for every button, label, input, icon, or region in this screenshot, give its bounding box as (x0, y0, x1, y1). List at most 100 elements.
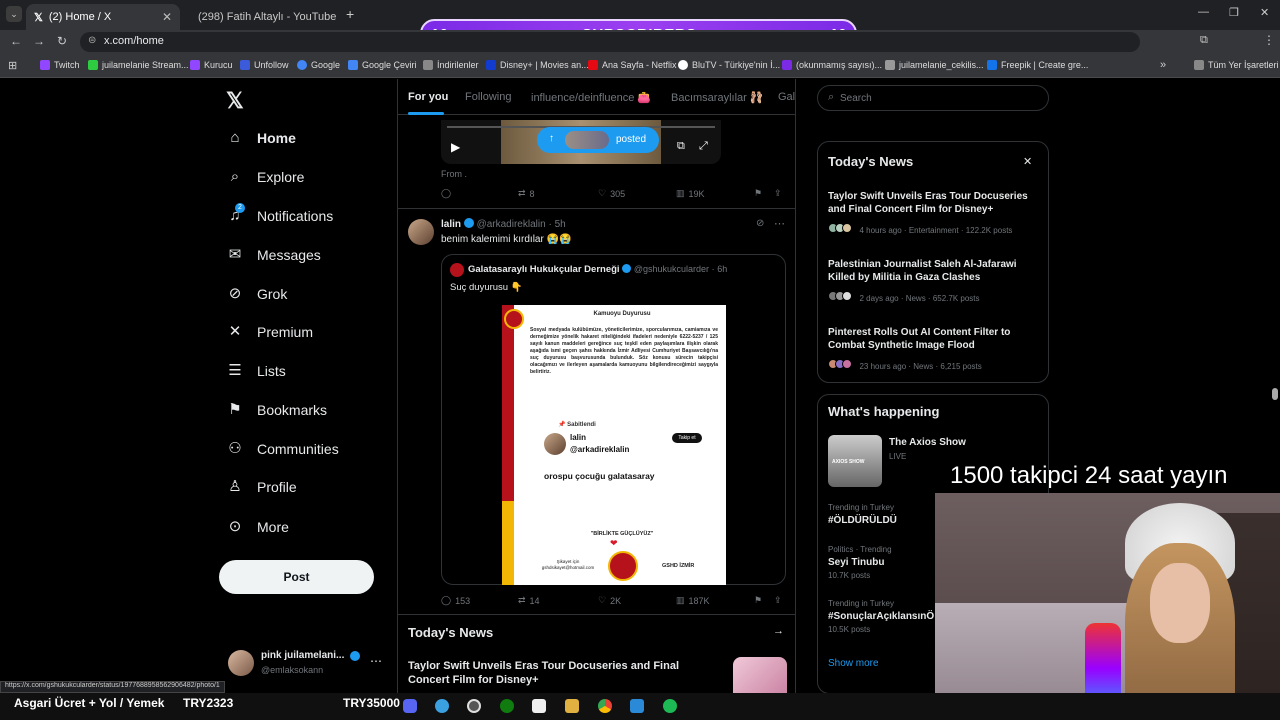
spotify-icon[interactable] (663, 699, 677, 713)
tab-x-home[interactable]: 𝕏 (2) Home / X ✕ (26, 4, 180, 30)
nav-communities[interactable]: ⚇ Communities (227, 441, 338, 458)
show-more-link[interactable]: Show more (828, 658, 879, 669)
like-button[interactable]: ♡ 2K (598, 595, 621, 606)
obs-icon[interactable] (467, 699, 481, 713)
bookmark-item[interactable]: Unfollow (240, 60, 289, 70)
bookmark-item[interactable]: İndirilenler (423, 60, 479, 70)
like-button[interactable]: ♡ 305 (598, 188, 625, 199)
nav-home[interactable]: ⌂ Home (227, 130, 295, 147)
new-posts-pill[interactable]: ↑ posted (537, 127, 659, 153)
post-more-icon[interactable]: ⋯ (774, 217, 785, 230)
views-button[interactable]: ▥ 187K (676, 595, 710, 606)
repost-button[interactable]: ⇄ 14 (518, 595, 540, 606)
bookmark-button[interactable]: ⚑ (754, 188, 762, 199)
share-button[interactable]: ⇪ (774, 188, 782, 199)
news-item[interactable]: Palestinian Journalist Saleh Al-Jafarawi… (828, 258, 1040, 306)
tab-influence[interactable]: influence/deinfluence 👛 (531, 91, 651, 104)
author-handle[interactable]: @arkadireklalin (477, 219, 546, 230)
xbox-icon[interactable] (500, 699, 514, 713)
live-thumbnail[interactable]: AXIOS SHOW (828, 435, 882, 487)
restore-button[interactable]: ❐ (1229, 6, 1239, 19)
tab-gala[interactable]: Gala (778, 91, 795, 103)
grok-icon[interactable]: ⊘ (756, 218, 764, 229)
nav-profile[interactable]: ♙ Profile (227, 479, 296, 496)
nav-premium[interactable]: ✕ Premium (227, 324, 313, 341)
bookmark-item[interactable]: Twitch (40, 60, 80, 70)
author-name[interactable]: lalin (441, 219, 461, 230)
address-bar[interactable]: ⊜ x.com/home (80, 32, 1140, 52)
live-title[interactable]: The Axios Show (889, 437, 966, 448)
close-window-button[interactable]: ✕ (1260, 6, 1269, 19)
reload-icon[interactable]: ↻ (57, 34, 67, 48)
tab-youtube[interactable]: (298) Fatih Altaylı - YouTube ✕ (184, 4, 338, 30)
reply-button[interactable]: ◯ (441, 188, 451, 199)
bookmark-item[interactable]: Google Çeviri (348, 60, 417, 70)
nav-grok[interactable]: ⊘ Grok (227, 286, 288, 303)
tab-bacimsaraylilar[interactable]: Bacımsaraylılar 🩰 (671, 91, 764, 104)
views-button[interactable]: ▥ 19K (676, 188, 705, 199)
play-icon[interactable]: ▶ (451, 140, 460, 154)
bookmark-item[interactable]: Google (297, 60, 340, 70)
tab-list-button[interactable]: ⌄ (6, 6, 22, 22)
close-icon[interactable]: ✕ (1023, 155, 1032, 168)
repost-button[interactable]: ⇄ 8 (518, 188, 535, 199)
quoted-post[interactable]: Galatasaraylı Hukukçular Derneği @gshuku… (441, 254, 786, 585)
page-scrollbar[interactable] (1272, 388, 1278, 400)
news-item[interactable]: Pinterest Rolls Out AI Content Filter to… (828, 326, 1040, 374)
fullscreen-icon[interactable]: ⤢ (699, 140, 708, 153)
doc-pinned: 📌 Sabitlendi (558, 422, 596, 428)
post-time[interactable]: 5h (555, 219, 566, 230)
x-logo-icon[interactable]: 𝕏 (226, 88, 244, 114)
bookmark-item[interactable]: BluTV - Türkiye'nin İ... (678, 60, 780, 70)
nav-bookmarks[interactable]: ⚑ Bookmarks (227, 402, 327, 419)
nav-lists[interactable]: ☰ Lists (227, 363, 286, 380)
arrow-right-icon[interactable]: → (773, 625, 784, 637)
trend-item[interactable]: Trending in Turkey #ÖLDÜRÜLDÜ (828, 503, 938, 527)
nav-explore[interactable]: ⌕ Explore (227, 169, 305, 186)
app-icon[interactable] (435, 699, 449, 713)
x-favicon-icon: 𝕏 (34, 11, 43, 24)
bookmark-item[interactable]: juilamelanie Stream... (88, 60, 189, 70)
bookmark-item[interactable]: Freepik | Create gre... (987, 60, 1088, 70)
close-tab-icon[interactable]: ✕ (162, 10, 172, 24)
account-more-icon[interactable]: ⋯ (370, 654, 382, 668)
announcement-image[interactable]: Kamuoyu Duyurusu Sosyal medyada kulübümü… (502, 305, 726, 585)
account-switcher[interactable]: pink juilamelani... @emlaksokann ⋯ (226, 648, 386, 680)
site-info-icon[interactable]: ⊜ (88, 35, 96, 46)
bookmark-item[interactable]: (okunmamış sayısı)... (782, 60, 882, 70)
bookmark-item[interactable]: Kurucu (190, 60, 233, 70)
file-icon[interactable] (565, 699, 579, 713)
trend-item[interactable]: Trending in Turkey #SonuçlarAçıklansınÖ … (828, 599, 943, 634)
bookmark-item[interactable]: Disney+ | Movies an... (486, 60, 589, 70)
nav-notifications[interactable]: ♫ 2 Notifications (227, 203, 333, 224)
pip-icon[interactable]: ⧉ (677, 140, 685, 153)
tab-following[interactable]: Following (465, 91, 511, 103)
chrome-icon[interactable] (598, 699, 612, 713)
post-avatar[interactable] (408, 219, 434, 245)
new-tab-button[interactable]: + (346, 6, 354, 22)
forward-icon[interactable]: → (33, 34, 45, 48)
app-icon[interactable] (630, 699, 644, 713)
all-bookmarks[interactable]: Tüm Yer İşaretleri (1194, 60, 1279, 70)
bookmark-item[interactable]: Ana Sayfa - Netflix (588, 60, 677, 70)
capcut-icon[interactable] (532, 699, 546, 713)
more-bookmarks-icon[interactable]: » (1160, 59, 1166, 71)
share-button[interactable]: ⇪ (774, 595, 782, 606)
minimize-button[interactable]: — (1198, 6, 1209, 18)
trend-item[interactable]: Politics · Trending Seyi Tinubu 10.7K po… (828, 545, 938, 580)
news-item[interactable]: Taylor Swift Unveils Eras Tour Docuserie… (828, 190, 1040, 238)
back-icon[interactable]: ← (10, 34, 22, 48)
bookmark-item[interactable]: juilamelanie_cekilis... (885, 60, 984, 70)
post-button[interactable]: Post (219, 560, 374, 594)
tab-for-you[interactable]: For you (408, 91, 448, 103)
bookmark-button[interactable]: ⚑ (754, 595, 762, 606)
reply-button[interactable]: ◯ 153 (441, 595, 470, 606)
nav-more[interactable]: ⊙ More (227, 519, 289, 536)
feed-news-item[interactable]: Taylor Swift Unveils Eras Tour Docuserie… (408, 659, 708, 687)
nav-messages[interactable]: ✉ Messages (227, 247, 321, 264)
discord-icon[interactable] (403, 699, 417, 713)
menu-icon[interactable]: ⋮ (1263, 33, 1275, 47)
extensions-icon[interactable]: ⧉ (1200, 34, 1208, 47)
search-input[interactable]: ⌕ Search (817, 85, 1049, 111)
apps-grid-icon[interactable]: ⊞ (8, 59, 17, 72)
